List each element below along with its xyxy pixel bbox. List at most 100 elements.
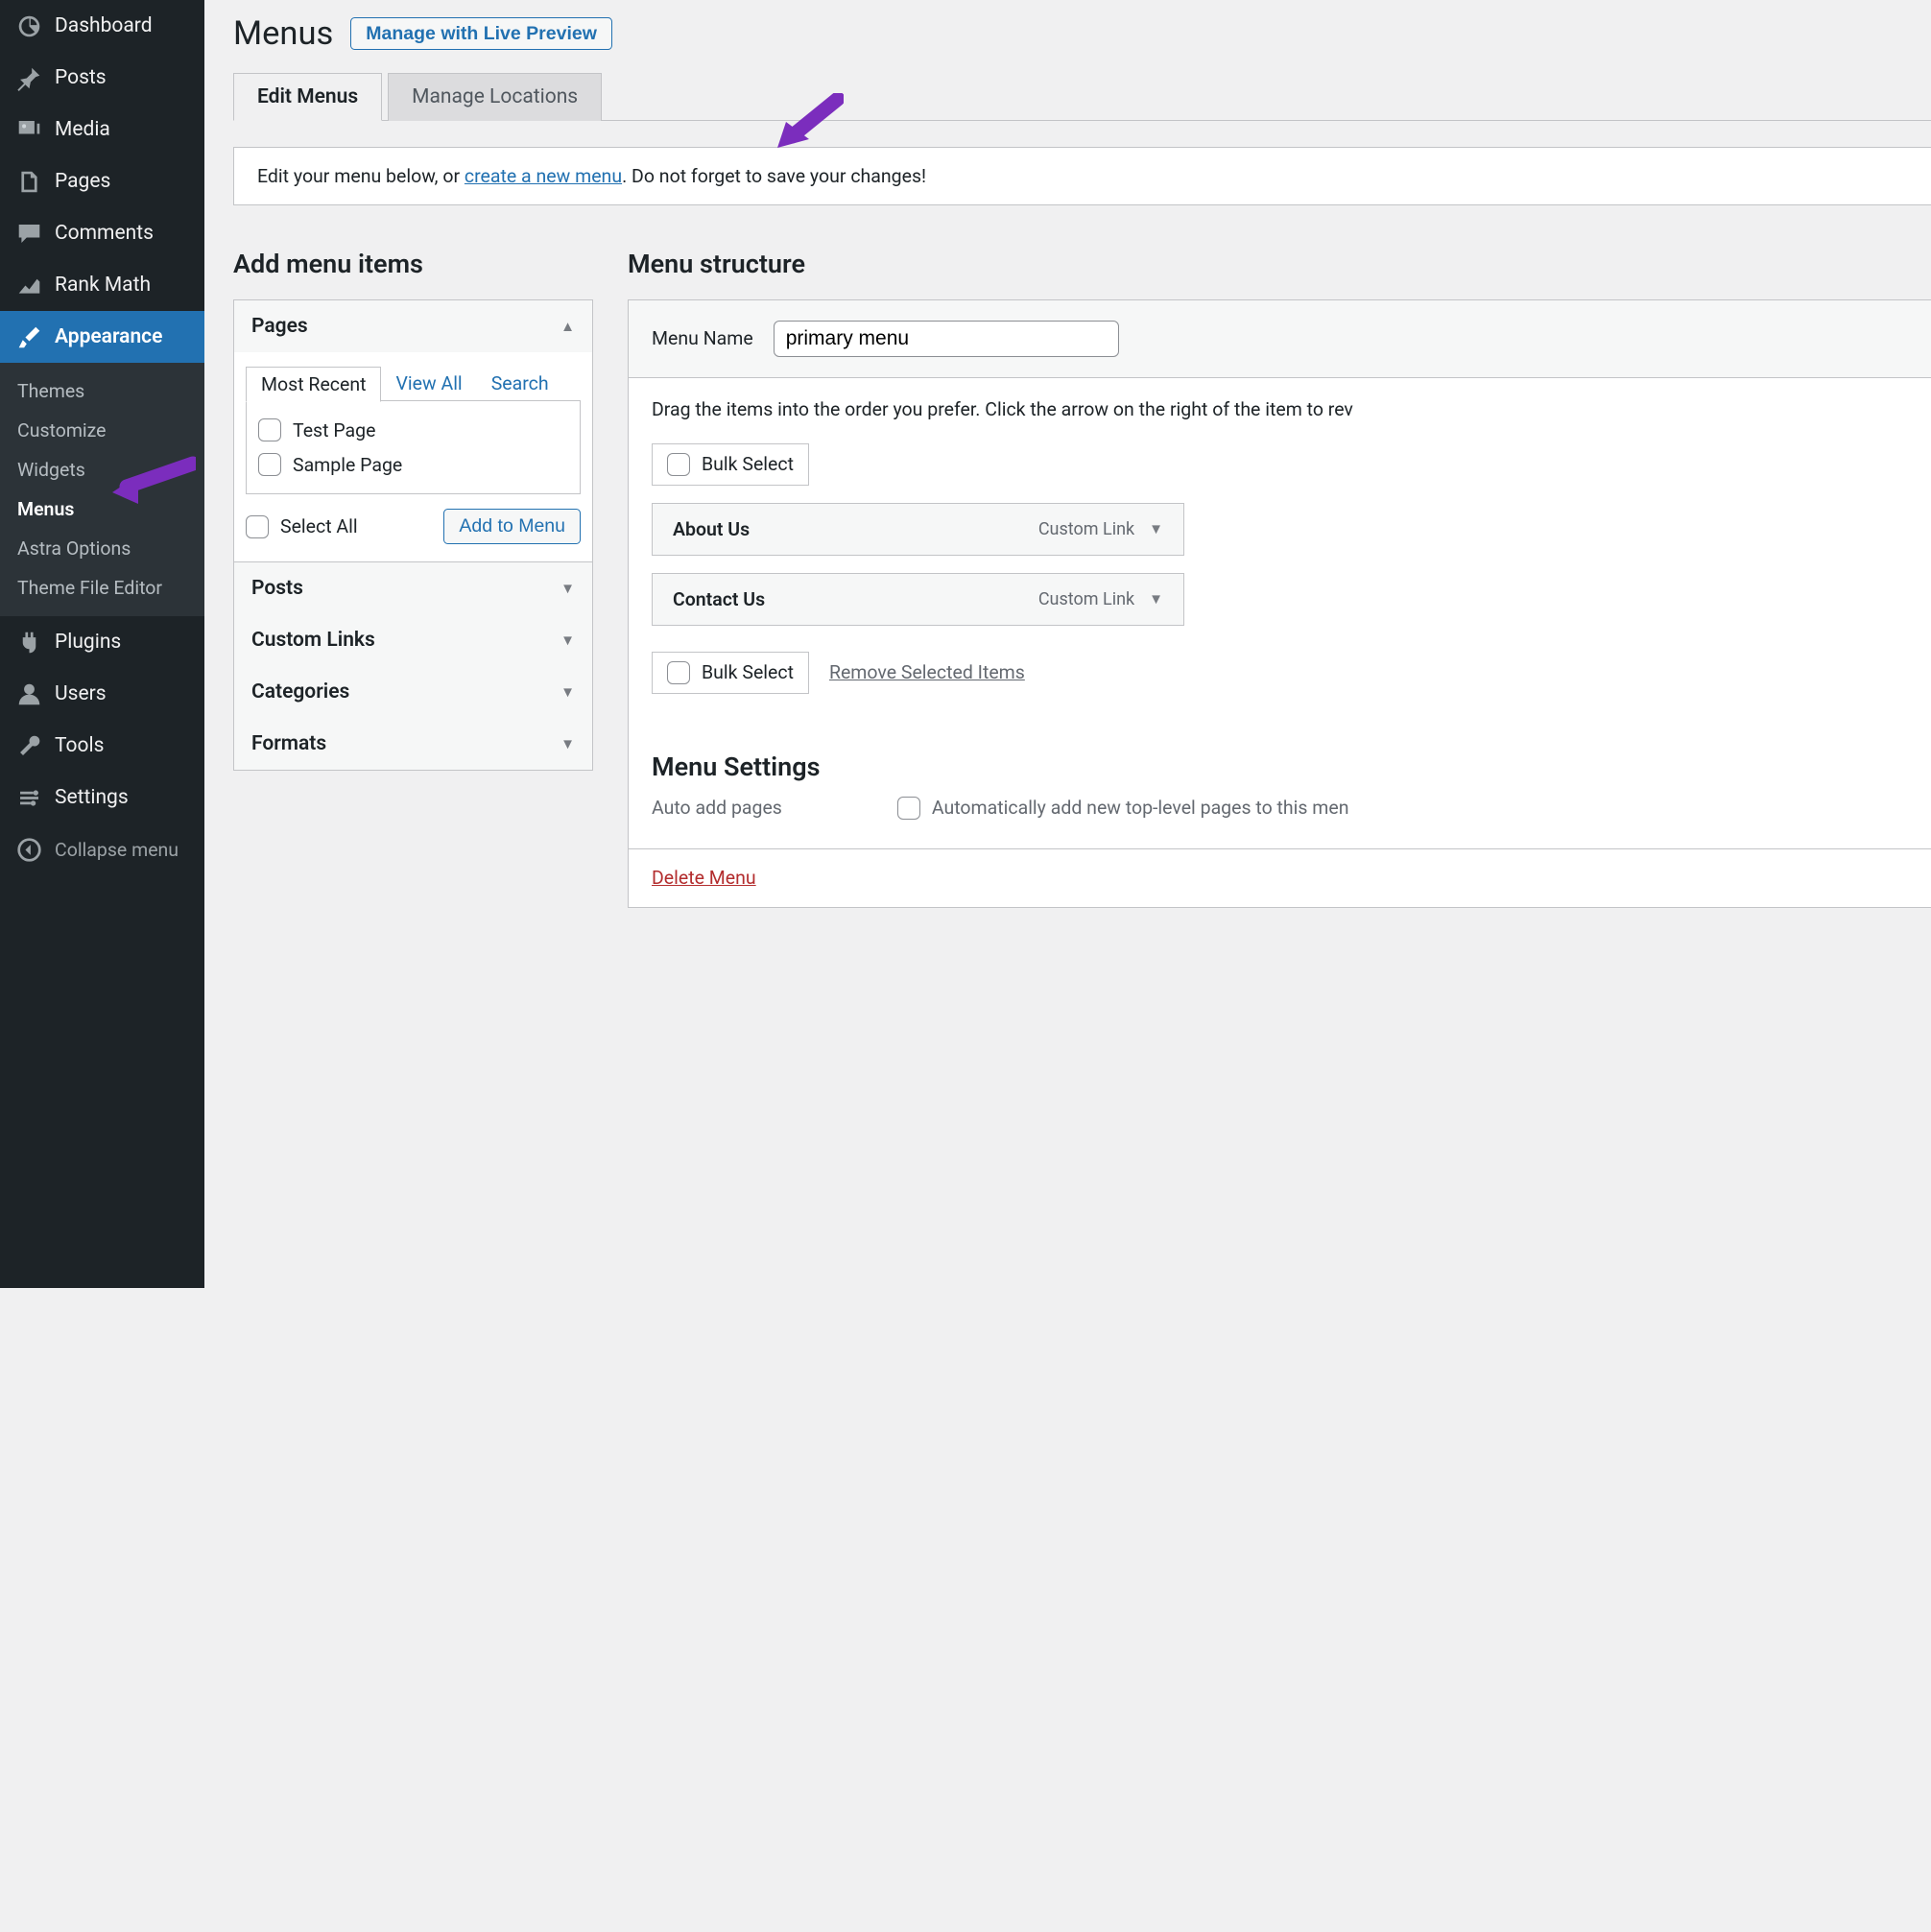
sidebar-sub-astra[interactable]: Astra Options [0, 529, 204, 568]
select-all-label[interactable]: Select All [246, 515, 358, 538]
sidebar-item-plugins[interactable]: Plugins [0, 616, 204, 668]
add-menu-items-column: Add menu items Pages ▲ Most Recent View … [233, 249, 593, 908]
sidebar-item-posts[interactable]: Posts [0, 52, 204, 104]
main-content: Menus Manage with Live Preview Edit Menu… [204, 0, 1931, 908]
sidebar-sub-menus[interactable]: Menus [0, 489, 204, 529]
bulk-select-checkbox[interactable] [667, 453, 690, 476]
select-all-checkbox[interactable] [246, 515, 269, 538]
page-check-label: Sample Page [293, 454, 402, 476]
sidebar-item-pages[interactable]: Pages [0, 155, 204, 207]
sidebar-item-comments[interactable]: Comments [0, 207, 204, 259]
chevron-down-icon: ▼ [1149, 590, 1163, 608]
sidebar-label: Settings [55, 786, 129, 809]
brush-icon [14, 322, 43, 351]
menu-item-type: Custom Link [1038, 519, 1134, 539]
menu-item-row[interactable]: About Us Custom Link ▼ [652, 503, 1184, 556]
sidebar-item-appearance[interactable]: Appearance [0, 311, 204, 363]
sidebar-label: Media [55, 118, 110, 141]
bulk-select-top[interactable]: Bulk Select [652, 443, 809, 486]
sidebar-item-tools[interactable]: Tools [0, 720, 204, 772]
menu-item-label: Contact Us [673, 588, 765, 610]
subtab-view-all[interactable]: View All [381, 367, 476, 401]
tab-manage-locations[interactable]: Manage Locations [388, 73, 602, 121]
pages-subtabs: Most Recent View All Search [234, 352, 592, 401]
delete-menu-link[interactable]: Delete Menu [652, 867, 756, 889]
live-preview-button[interactable]: Manage with Live Preview [350, 17, 612, 50]
media-icon [14, 115, 43, 144]
sidebar-item-users[interactable]: Users [0, 668, 204, 720]
accordion-title: Posts [251, 577, 303, 600]
info-box: Edit your menu below, or create a new me… [233, 147, 1931, 205]
sidebar-item-rankmath[interactable]: Rank Math [0, 259, 204, 311]
wrench-icon [14, 731, 43, 760]
chevron-down-icon: ▼ [560, 735, 575, 752]
subtab-search[interactable]: Search [477, 367, 563, 401]
sidebar-label: Appearance [55, 325, 162, 348]
pages-icon [14, 167, 43, 196]
chevron-down-icon: ▼ [1149, 520, 1163, 537]
accordion-head-categories[interactable]: Categories ▼ [234, 666, 592, 718]
page-checkbox[interactable] [258, 418, 281, 441]
page-checkbox[interactable] [258, 453, 281, 476]
page-check-row[interactable]: Sample Page [258, 447, 568, 482]
accordion-title: Categories [251, 680, 349, 704]
accordion-title: Custom Links [251, 629, 375, 652]
add-items-heading: Add menu items [233, 249, 593, 279]
menu-frame: Menu Name Drag the items into the order … [628, 299, 1931, 908]
subtab-most-recent[interactable]: Most Recent [246, 367, 381, 402]
accordion-head-posts[interactable]: Posts ▼ [234, 562, 592, 614]
info-text-suffix: . Do not forget to save your changes! [622, 165, 926, 187]
accordion-title: Pages [251, 315, 308, 338]
sidebar-label: Tools [55, 734, 104, 757]
pages-checklist: Test Page Sample Page [246, 400, 581, 494]
tab-edit-menus[interactable]: Edit Menus [233, 73, 382, 121]
auto-add-checkbox[interactable] [897, 797, 920, 820]
collapse-icon [14, 835, 43, 864]
menu-name-row: Menu Name [629, 300, 1931, 378]
menu-item-row[interactable]: Contact Us Custom Link ▼ [652, 573, 1184, 626]
sidebar-label: Plugins [55, 631, 121, 654]
bulk-select-checkbox[interactable] [667, 661, 690, 684]
user-icon [14, 680, 43, 708]
plug-icon [14, 628, 43, 656]
settings-auto-add-row: Auto add pages Automatically add new top… [652, 797, 1931, 820]
accordion-head-formats[interactable]: Formats ▼ [234, 718, 592, 770]
chevron-down-icon: ▼ [560, 580, 575, 597]
sidebar-collapse[interactable]: Collapse menu [0, 823, 204, 875]
select-all-text: Select All [280, 515, 358, 537]
create-new-menu-link[interactable]: create a new menu [465, 165, 622, 187]
sidebar-sub-themes[interactable]: Themes [0, 371, 204, 411]
menu-name-label: Menu Name [652, 327, 753, 349]
page-check-row[interactable]: Test Page [258, 413, 568, 447]
chevron-up-icon: ▲ [560, 318, 575, 335]
sidebar-sub-editor[interactable]: Theme File Editor [0, 568, 204, 608]
comment-icon [14, 219, 43, 248]
sidebar-sub-widgets[interactable]: Widgets [0, 450, 204, 489]
sidebar-label: Rank Math [55, 274, 151, 297]
accordion-pages: Pages ▲ Most Recent View All Search Test… [233, 299, 593, 772]
menu-item-label: About Us [673, 518, 750, 540]
sidebar-item-media[interactable]: Media [0, 104, 204, 155]
dashboard-icon [14, 12, 43, 40]
remove-selected-link[interactable]: Remove Selected Items [829, 661, 1025, 683]
sidebar-submenu-appearance: Themes Customize Widgets Menus Astra Opt… [0, 363, 204, 616]
auto-add-check-label: Automatically add new top-level pages to… [932, 797, 1349, 819]
page-header: Menus Manage with Live Preview [233, 14, 1931, 53]
menu-name-input[interactable] [774, 321, 1119, 357]
add-to-menu-button[interactable]: Add to Menu [443, 509, 581, 544]
chevron-down-icon: ▼ [560, 683, 575, 701]
accordion-head-pages[interactable]: Pages ▲ [234, 300, 592, 352]
bulk-select-bottom-row: Bulk Select Remove Selected Items [652, 652, 1931, 694]
structure-heading: Menu structure [628, 249, 1931, 279]
bulk-select-bottom[interactable]: Bulk Select [652, 652, 809, 694]
sidebar-label: Posts [55, 66, 107, 89]
auto-add-check[interactable]: Automatically add new top-level pages to… [897, 797, 1349, 820]
sidebar-sub-customize[interactable]: Customize [0, 411, 204, 450]
pin-icon [14, 63, 43, 92]
sidebar-item-dashboard[interactable]: Dashboard [0, 0, 204, 52]
chevron-down-icon: ▼ [560, 632, 575, 649]
nav-tabs: Edit Menus Manage Locations [233, 73, 1931, 121]
sidebar-item-settings[interactable]: Settings [0, 772, 204, 823]
accordion-head-custom-links[interactable]: Custom Links ▼ [234, 614, 592, 666]
sidebar-label: Comments [55, 222, 154, 245]
